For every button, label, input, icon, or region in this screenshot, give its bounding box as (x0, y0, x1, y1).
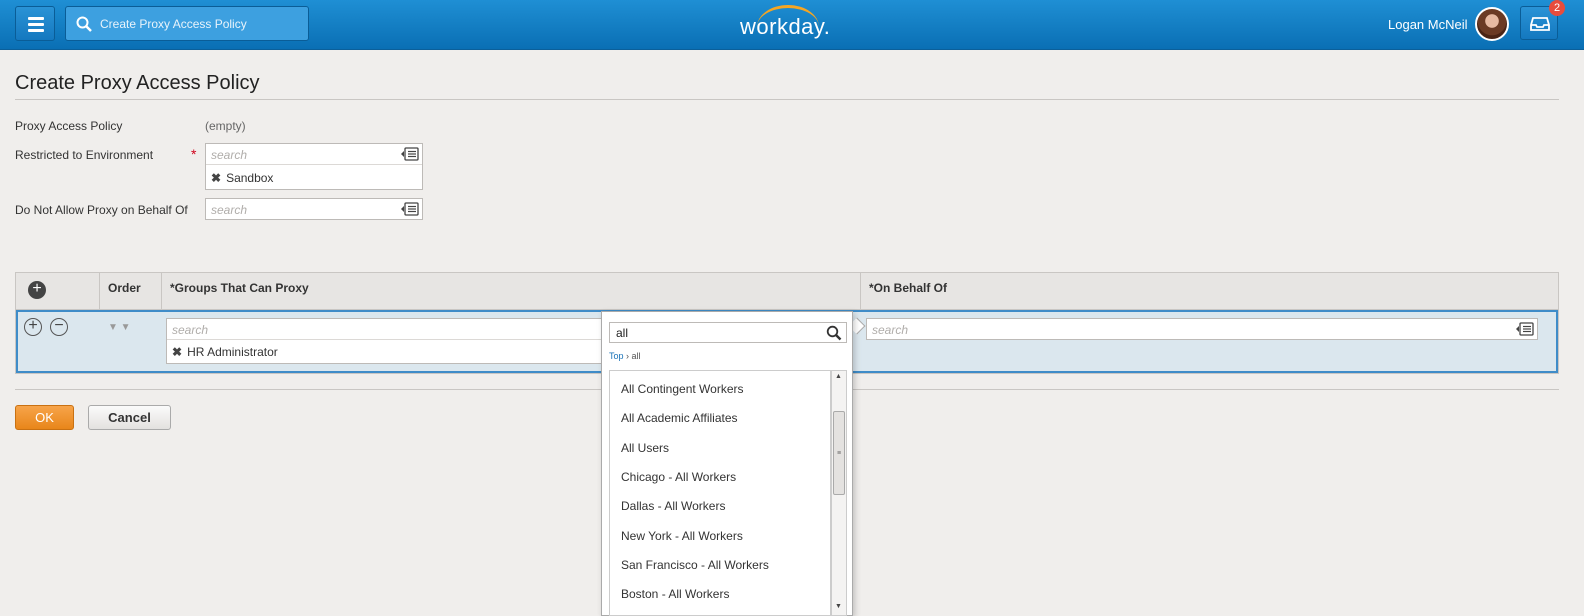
restricted-environment-prompt[interactable]: search ✖ Sandbox (205, 143, 423, 190)
required-marker: * (191, 146, 197, 162)
hamburger-icon-bar (28, 17, 44, 20)
groups-search-input[interactable]: search (167, 319, 603, 340)
breadcrumb: Top › all (609, 351, 641, 361)
inbox-count-badge: 2 (1549, 0, 1565, 16)
list-icon[interactable] (401, 147, 419, 161)
user-name[interactable]: Logan McNeil (1388, 17, 1468, 32)
proxy-access-policy-value: (empty) (205, 119, 246, 133)
column-header-order[interactable]: Order (108, 281, 141, 295)
avatar[interactable] (1475, 7, 1509, 41)
order-arrows-icon[interactable]: ▼ ▼ (108, 322, 131, 333)
proxy-access-policy-label: Proxy Access Policy (15, 119, 123, 133)
popup-search-value: all (616, 326, 629, 340)
hamburger-icon-bar (28, 23, 44, 26)
list-item[interactable]: All Users (621, 441, 669, 455)
grip-icon: ≡ (837, 450, 842, 457)
list-item[interactable]: Boston - All Workers (621, 587, 729, 601)
page-title: Create Proxy Access Policy (15, 72, 260, 94)
list-item[interactable]: Chicago - All Workers (621, 470, 736, 484)
cancel-button[interactable]: Cancel (88, 405, 171, 430)
minus-circle-icon[interactable]: − (50, 318, 68, 336)
column-header-groups[interactable]: *Groups That Can Proxy (170, 281, 309, 295)
scroll-down-icon[interactable]: ▼ (835, 603, 842, 610)
grid-header: + Order *Groups That Can Proxy *On Behal… (16, 273, 1558, 310)
scroll-up-icon[interactable]: ▲ (835, 373, 842, 380)
restricted-environment-search-input[interactable]: search (206, 144, 422, 165)
search-placeholder: search (211, 148, 248, 162)
remove-icon[interactable]: ✖ (172, 345, 182, 359)
inbox-icon (1530, 17, 1550, 31)
list-item[interactable]: Dallas - All Workers (621, 499, 725, 513)
list-item[interactable]: New York - All Workers (621, 529, 743, 543)
results-list: All Contingent Workers All Academic Affi… (609, 370, 831, 616)
global-search-text: Create Proxy Access Policy (100, 17, 247, 31)
list-item[interactable]: San Francisco - All Workers (621, 558, 769, 572)
hamburger-icon-bar (28, 29, 44, 32)
column-header-on-behalf-of[interactable]: *On Behalf Of (869, 281, 947, 295)
divider (15, 99, 1559, 100)
workday-logo: workday. (740, 14, 831, 39)
list-icon[interactable] (401, 202, 419, 216)
search-icon (76, 16, 92, 32)
results-scrollbar[interactable]: ▲ ≡ ▼ (831, 370, 847, 616)
scrollbar-thumb[interactable]: ≡ (833, 411, 845, 495)
plus-circle-icon[interactable]: + (24, 318, 42, 336)
breadcrumb-current: all (631, 351, 641, 361)
popup-search-input[interactable]: all (609, 322, 847, 343)
restricted-environment-label: Restricted to Environment (15, 148, 154, 162)
chevron-right-icon: › (626, 351, 630, 361)
search-placeholder: search (872, 323, 909, 337)
search-results-popup: all Top › all All Contingent Workers All… (601, 311, 853, 616)
do-not-allow-label: Do Not Allow Proxy on Behalf Of (15, 203, 188, 217)
on-behalf-of-prompt[interactable]: search (866, 318, 1538, 340)
plus-circle-icon[interactable]: + (28, 281, 46, 299)
selected-item-label: Sandbox (226, 171, 274, 185)
selected-item-hr-administrator: ✖ HR Administrator (172, 345, 278, 359)
top-bar: Create Proxy Access Policy workday. Loga… (0, 0, 1584, 50)
search-placeholder: search (211, 203, 248, 217)
global-search-input[interactable]: Create Proxy Access Policy (65, 6, 309, 41)
remove-icon[interactable]: ✖ (211, 171, 221, 185)
search-placeholder: search (172, 323, 209, 337)
selected-item-sandbox: ✖ Sandbox (211, 171, 273, 185)
list-item[interactable]: All Contingent Workers (621, 382, 744, 396)
search-icon[interactable] (826, 325, 842, 341)
hamburger-menu-button[interactable] (15, 6, 55, 41)
selected-item-label: HR Administrator (187, 345, 278, 359)
ok-button[interactable]: OK (15, 405, 74, 430)
list-item[interactable]: All Academic Affiliates (621, 411, 738, 425)
breadcrumb-top-link[interactable]: Top (609, 351, 624, 361)
list-icon[interactable] (1516, 322, 1534, 336)
groups-that-can-proxy-prompt[interactable]: search ✖ HR Administrator (166, 318, 604, 364)
do-not-allow-prompt[interactable]: search (205, 198, 423, 220)
